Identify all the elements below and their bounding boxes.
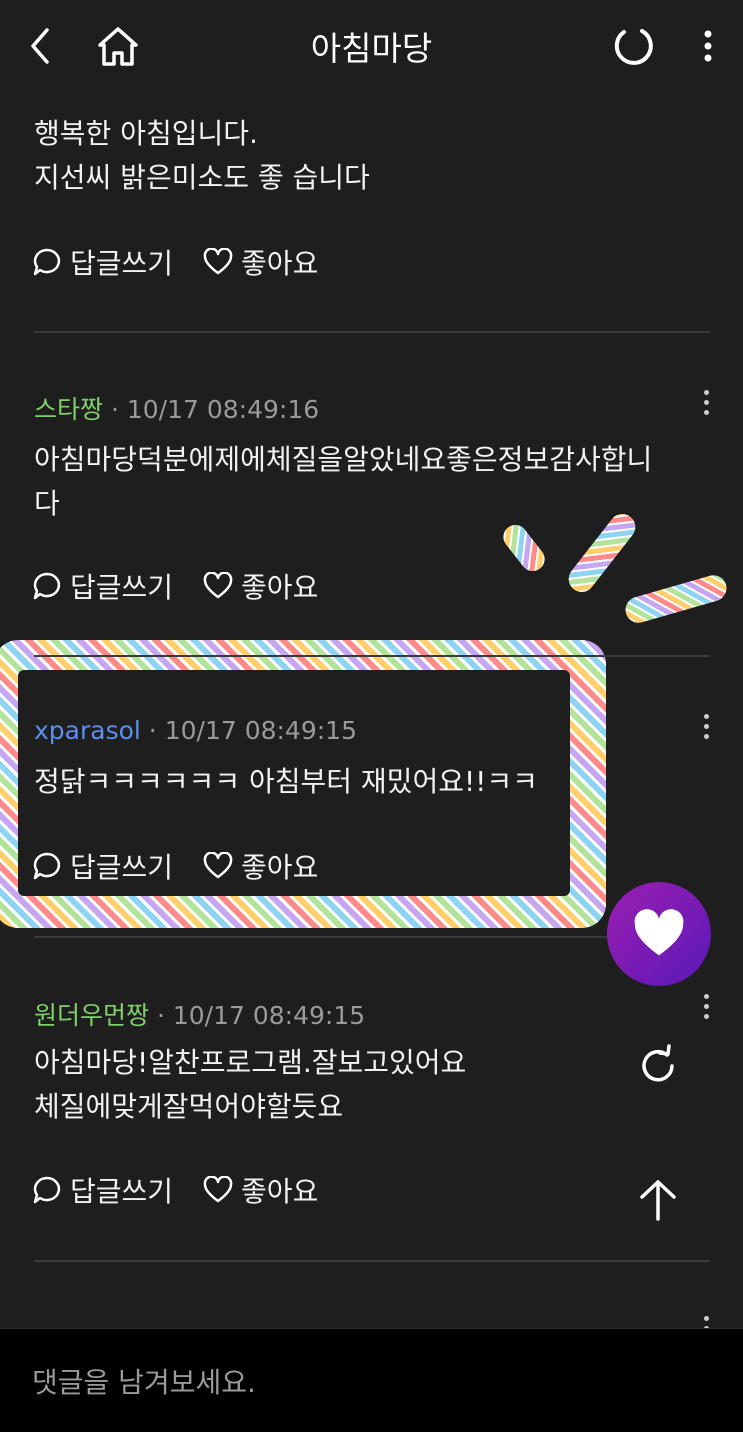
speech-bubble-icon [33, 572, 61, 600]
comment-actions: 답글쓰기 좋아요 [32, 1170, 318, 1210]
reply-button[interactable]: 답글쓰기 [32, 1170, 173, 1210]
comment-input[interactable] [30, 1357, 714, 1407]
comment-divider [34, 1260, 710, 1262]
reply-label: 답글쓰기 [70, 1175, 174, 1208]
like-label: 좋아요 [241, 571, 319, 604]
heart-outline-icon [203, 572, 233, 599]
like-label: 좋아요 [241, 247, 319, 280]
reply-label: 답글쓰기 [70, 571, 174, 604]
reload-icon [642, 1044, 674, 1082]
reply-label: 답글쓰기 [70, 851, 174, 884]
arrow-up-icon [640, 1180, 676, 1221]
comment-input-bar [0, 1328, 743, 1432]
heart-outline-icon [203, 1176, 233, 1203]
reply-button[interactable]: 답글쓰기 [32, 566, 173, 606]
comment-meta: 원더우먼짱 · 10/17 08:49:15 [34, 1001, 366, 1030]
comment-time: 10/17 08:49:16 [126, 395, 320, 424]
like-fab-button[interactable] [607, 882, 711, 986]
comment-text: 아침마당덕분에제에체질을알았네요좋은정보감사합니 다 [34, 443, 653, 520]
heart-filled-icon [634, 909, 684, 956]
comment-actions: 답글쓰기 좋아요 [32, 846, 318, 886]
comment-author[interactable]: 원더우먼짱 [34, 1001, 149, 1030]
comment-divider [34, 655, 710, 657]
reload-comments-button[interactable] [628, 1036, 688, 1096]
heart-outline-icon [203, 248, 233, 275]
comment-actions: 답글쓰기 좋아요 [32, 566, 318, 606]
comment-divider [34, 331, 710, 333]
comment-more-button[interactable] [691, 706, 721, 746]
refresh-icon [614, 29, 653, 65]
comment-text: 아침마당!알찬프로그램.잘보고있어요 체질에맞게잘먹어야할듯요 [34, 1046, 467, 1123]
comment-actions: 답글쓰기 좋아요 [32, 242, 318, 282]
comment-text: 행복한 아침입니다. 지선씨 밝은미소도 좋 습니다 [34, 117, 370, 194]
comment-text: 정닭ㅋㅋㅋㅋㅋㅋ 아침부터 재밌어요!!ㅋㅋ [34, 765, 538, 798]
comment-author[interactable]: 스타짱 [34, 395, 103, 424]
speech-bubble-icon [33, 1176, 61, 1204]
speech-bubble-icon [33, 852, 61, 880]
reply-button[interactable]: 답글쓰기 [32, 242, 173, 282]
comment-time: 10/17 08:49:15 [172, 1001, 366, 1030]
like-button[interactable]: 좋아요 [203, 1170, 318, 1210]
like-button[interactable]: 좋아요 [203, 846, 318, 886]
rainbow-pill-sticker [498, 520, 550, 576]
more-vertical-icon [704, 30, 712, 62]
comment-more-button[interactable] [691, 986, 721, 1026]
top-app-bar: 아침마당 [0, 0, 743, 90]
like-button[interactable]: 좋아요 [203, 242, 318, 282]
like-label: 좋아요 [241, 851, 319, 884]
more-options-button[interactable] [680, 18, 736, 74]
rainbow-pill-sticker [622, 572, 730, 626]
speech-bubble-icon [33, 248, 61, 276]
comment-meta: 스타짱 · 10/17 08:49:16 [34, 395, 320, 424]
reply-label: 답글쓰기 [70, 247, 174, 280]
scroll-to-top-button[interactable] [628, 1170, 688, 1230]
like-button[interactable]: 좋아요 [203, 566, 318, 606]
like-label: 좋아요 [241, 1175, 319, 1208]
reply-button[interactable]: 답글쓰기 [32, 846, 173, 886]
comment-author[interactable]: xparasol [34, 716, 141, 745]
heart-outline-icon [203, 852, 233, 879]
comment-more-button[interactable] [691, 382, 721, 422]
comment-meta: xparasol · 10/17 08:49:15 [34, 716, 357, 745]
refresh-button[interactable] [605, 18, 661, 74]
comment-time: 10/17 08:49:15 [164, 716, 357, 745]
